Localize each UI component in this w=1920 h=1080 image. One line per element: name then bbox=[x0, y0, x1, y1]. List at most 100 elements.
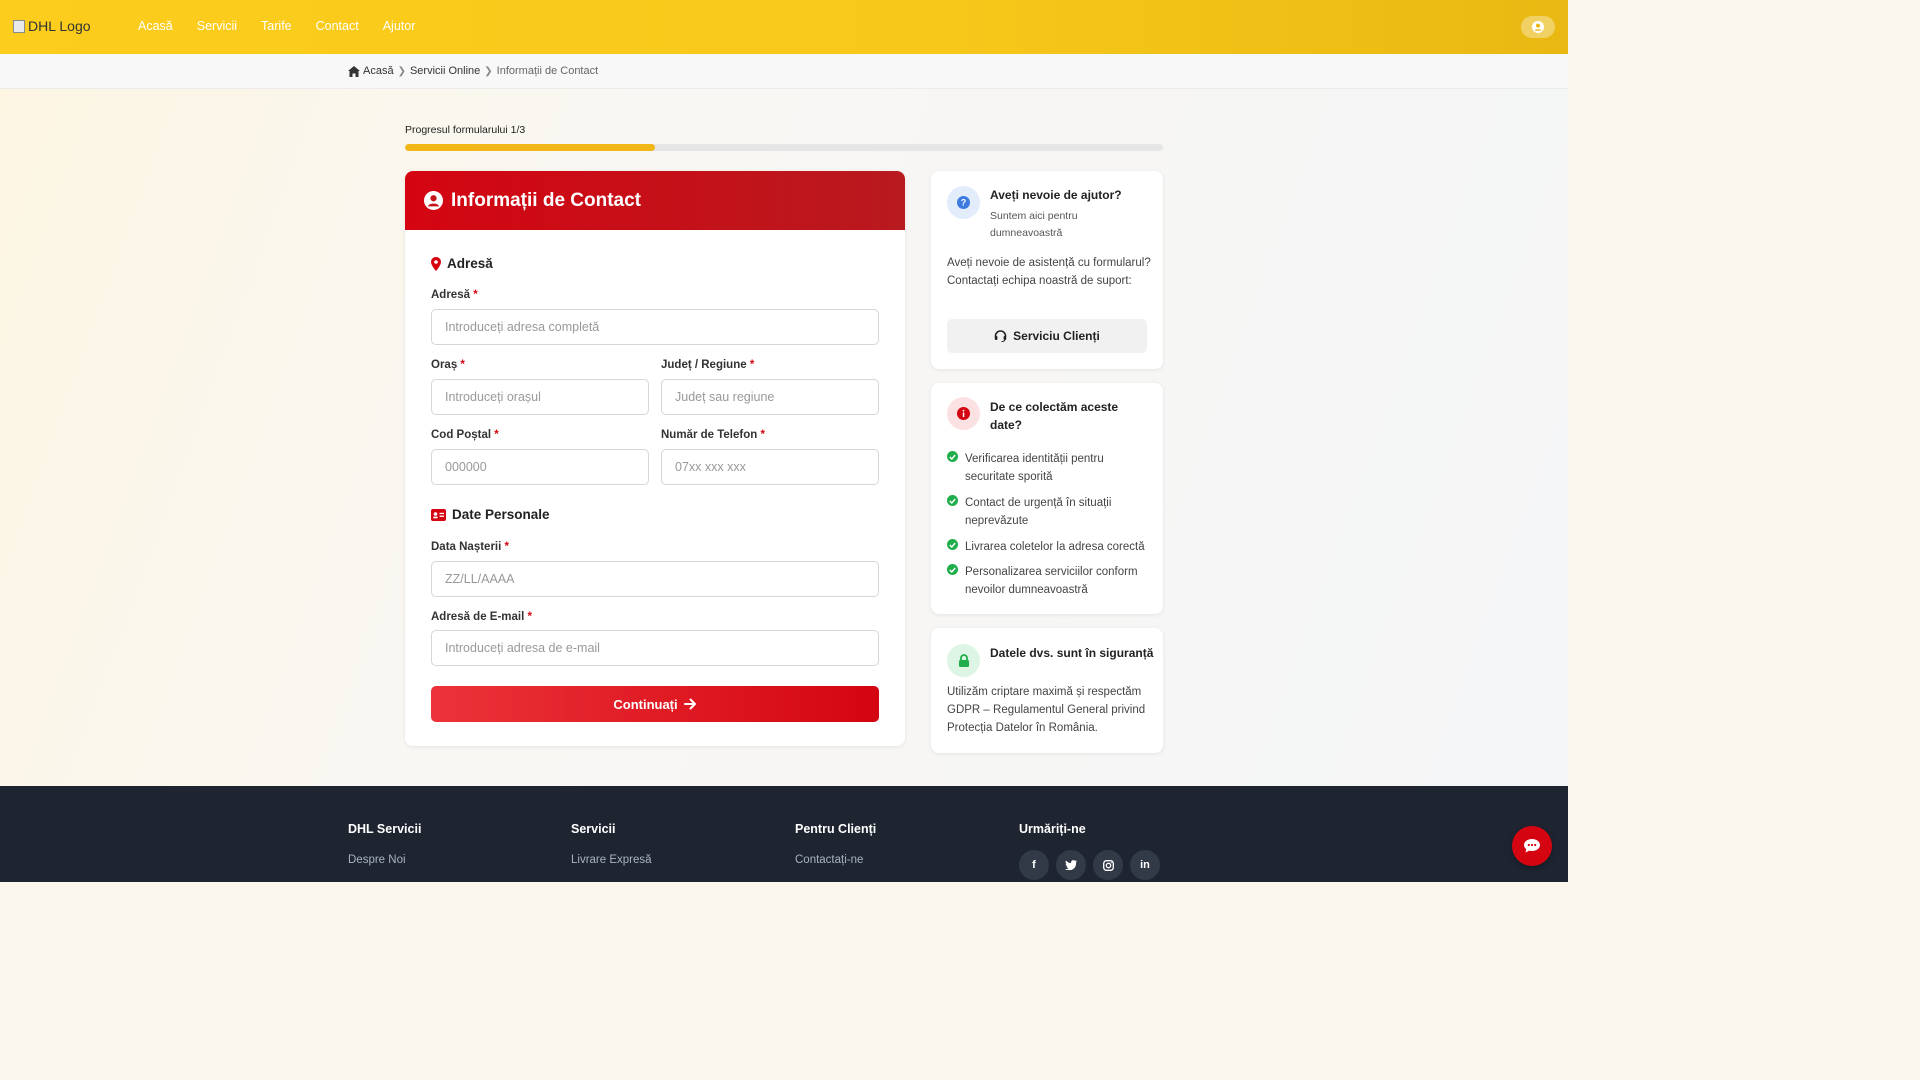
data-security-card: Datele dvs. sunt în siguranță Utilizăm c… bbox=[931, 628, 1163, 753]
logo-alt-text: DHL Logo bbox=[28, 18, 91, 34]
email-input[interactable] bbox=[431, 630, 879, 666]
footer-col-title: DHL Servicii bbox=[348, 822, 422, 836]
twitter-icon[interactable] bbox=[1056, 850, 1086, 880]
chat-button[interactable] bbox=[1512, 826, 1552, 866]
why-title-line1: De ce colectăm aceste bbox=[990, 400, 1119, 414]
footer-col-title: Urmăriți-ne bbox=[1019, 822, 1086, 836]
footer-col-title: Pentru Clienți bbox=[795, 822, 877, 836]
county-input[interactable] bbox=[661, 379, 879, 415]
reason-item: Livrarea coletelor la adresa corectă bbox=[947, 538, 1153, 556]
user-circle-icon bbox=[1532, 21, 1544, 33]
lock-icon-badge bbox=[947, 644, 980, 677]
address-label: Adresă * bbox=[431, 289, 478, 301]
reason-item: Contact de urgență în situații neprevăzu… bbox=[947, 494, 1153, 530]
form-title: Informații de Contact bbox=[451, 189, 642, 211]
user-circle-icon bbox=[424, 191, 443, 210]
dhl-logo[interactable]: DHL Logo bbox=[13, 18, 91, 34]
why-title-line2: date? bbox=[990, 418, 1023, 432]
chat-bubble-icon bbox=[1524, 839, 1540, 853]
birth-date-label-text: Data Nașterii bbox=[431, 541, 502, 553]
check-circle-icon bbox=[947, 564, 958, 575]
chevron-right-icon: ❯ bbox=[397, 65, 406, 77]
required-mark: * bbox=[460, 359, 465, 371]
birth-date-input[interactable] bbox=[431, 561, 879, 597]
check-circle-icon bbox=[947, 539, 958, 550]
reason-text: Contact de urgență în situații neprevăzu… bbox=[965, 497, 1112, 527]
security-text: Utilizăm criptare maximă și respectăm GD… bbox=[947, 686, 1146, 734]
reason-text: Livrarea coletelor la adresa corectă bbox=[965, 541, 1145, 553]
reason-item: Personalizarea serviciilor conform nevoi… bbox=[947, 563, 1153, 599]
phone-label: Număr de Telefon * bbox=[661, 429, 765, 441]
required-mark: * bbox=[473, 289, 478, 301]
chevron-right-icon: ❯ bbox=[484, 65, 493, 77]
reason-text: Personalizarea serviciilor conform nevoi… bbox=[965, 566, 1138, 596]
footer-col-clients: Pentru Clienți Contactați-ne bbox=[795, 822, 876, 866]
personal-section-label: Date Personale bbox=[452, 507, 550, 522]
id-card-icon bbox=[431, 508, 446, 521]
question-circle-icon: ? bbox=[957, 196, 970, 209]
social-links: f in bbox=[1019, 850, 1160, 880]
breadcrumb-home[interactable]: Acasă bbox=[363, 65, 394, 77]
nav-link-ajutor[interactable]: Ajutor bbox=[383, 19, 416, 33]
breadcrumb-current: Informații de Contact bbox=[496, 65, 599, 77]
address-label-text: Adresă bbox=[431, 289, 470, 301]
footer-col-title: Servicii bbox=[571, 822, 616, 836]
required-mark: * bbox=[494, 429, 499, 441]
info-circle-icon bbox=[957, 407, 970, 420]
address-input[interactable] bbox=[431, 309, 879, 345]
help-title: Aveți nevoie de ajutor? bbox=[990, 188, 1122, 202]
progress-label: Progresul formularului 1/3 bbox=[405, 124, 526, 136]
email-label-text: Adresă de E-mail bbox=[431, 611, 525, 623]
help-subtitle-line1: Suntem aici pentru bbox=[990, 210, 1078, 222]
check-circle-icon bbox=[947, 495, 958, 506]
city-label-text: Oraș bbox=[431, 359, 458, 371]
customer-service-button[interactable]: Serviciu Clienți bbox=[947, 319, 1147, 353]
required-mark: * bbox=[749, 359, 755, 371]
instagram-icon[interactable] bbox=[1093, 850, 1123, 880]
customer-service-label: Serviciu Clienți bbox=[1013, 329, 1100, 343]
postal-code-label: Cod Poștal * bbox=[431, 429, 499, 441]
address-section-title: Adresă bbox=[431, 256, 493, 271]
reason-item: Verificarea identității pentru securitat… bbox=[947, 450, 1153, 486]
top-navigation-bar: DHL Logo Acasă Servicii Tarife Contact A… bbox=[0, 0, 1568, 54]
breadcrumb-online-services[interactable]: Servicii Online bbox=[410, 65, 480, 77]
nav-link-contact[interactable]: Contact bbox=[316, 19, 359, 33]
main-nav: Acasă Servicii Tarife Contact Ajutor bbox=[138, 19, 439, 33]
footer-link-about[interactable]: Despre Noi bbox=[348, 854, 421, 866]
headset-icon bbox=[994, 330, 1007, 342]
personal-section-title: Date Personale bbox=[431, 507, 550, 522]
nav-link-tarife[interactable]: Tarife bbox=[261, 19, 292, 33]
required-mark: * bbox=[760, 429, 765, 441]
nav-link-acasa[interactable]: Acasă bbox=[138, 19, 173, 33]
phone-input[interactable] bbox=[661, 449, 879, 485]
continue-button[interactable]: Continuați bbox=[431, 686, 879, 722]
help-subtitle-line2: dumneavoastră bbox=[990, 227, 1063, 239]
progress-bar-fill bbox=[405, 144, 656, 151]
county-label: Județ / Regiune * bbox=[661, 359, 754, 371]
broken-image-icon bbox=[13, 19, 25, 33]
svg-text:?: ? bbox=[961, 198, 967, 208]
progress-bar bbox=[405, 144, 1163, 151]
breadcrumb-bar: Acasă ❯ Servicii Online ❯ Informații de … bbox=[0, 54, 1568, 89]
city-input[interactable] bbox=[431, 379, 649, 415]
address-section-label: Adresă bbox=[447, 256, 493, 271]
footer-link-express[interactable]: Livrare Expresă bbox=[571, 854, 652, 866]
check-circle-icon bbox=[947, 451, 958, 462]
user-account-button[interactable] bbox=[1521, 16, 1555, 38]
continue-button-label: Continuați bbox=[613, 696, 678, 712]
facebook-icon[interactable]: f bbox=[1019, 850, 1049, 880]
postal-code-label-text: Cod Poștal bbox=[431, 429, 492, 441]
map-marker-icon bbox=[431, 256, 441, 271]
linkedin-icon[interactable]: in bbox=[1130, 850, 1160, 880]
nav-link-servicii[interactable]: Servicii bbox=[197, 19, 237, 33]
help-icon-badge: ? bbox=[947, 186, 980, 219]
footer-link-contact[interactable]: Contactați-ne bbox=[795, 854, 876, 866]
postal-code-input[interactable] bbox=[431, 449, 649, 485]
footer-col-dhl: DHL Servicii Despre Noi bbox=[348, 822, 421, 866]
email-label: Adresă de E-mail * bbox=[431, 611, 532, 623]
info-icon-badge bbox=[947, 397, 980, 430]
birth-date-label: Data Nașterii * bbox=[431, 541, 509, 553]
why-collect-card: De ce colectăm aceste date? Verificarea … bbox=[931, 383, 1163, 614]
required-mark: * bbox=[527, 611, 533, 623]
home-icon bbox=[348, 65, 360, 77]
